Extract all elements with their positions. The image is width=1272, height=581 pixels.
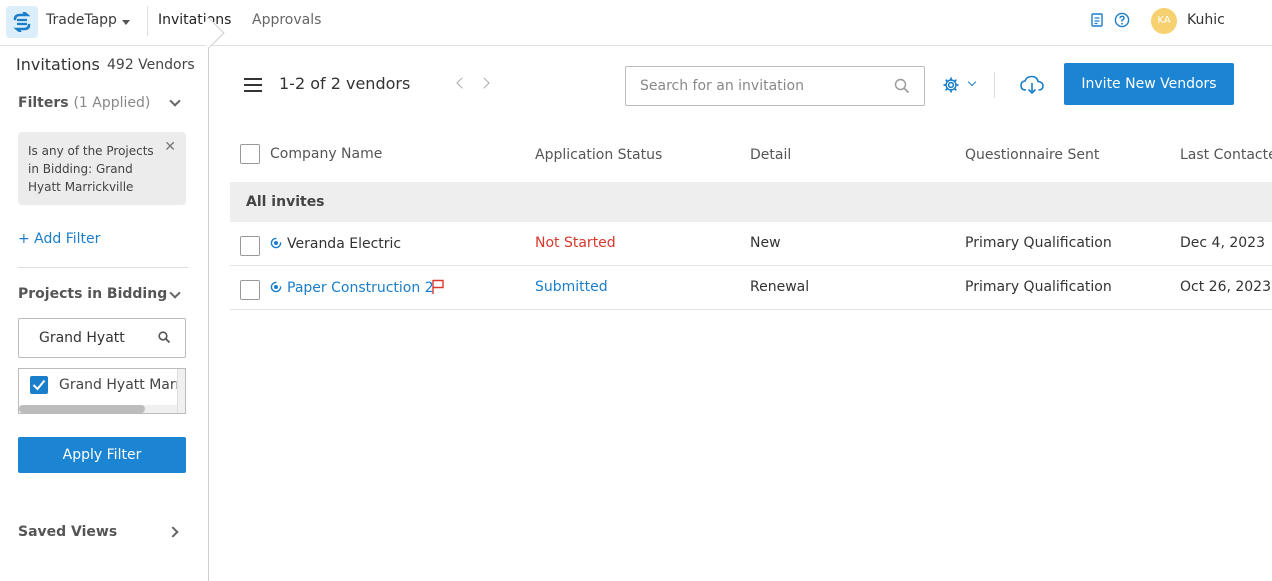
filters-label: Filters: [18, 95, 69, 111]
last-contacted: Dec 4, 2023: [1180, 235, 1265, 251]
column-header-last-contacted[interactable]: Last Contacted: [1180, 147, 1272, 163]
chevron-right-icon[interactable]: [167, 526, 179, 538]
chevron-left-icon[interactable]: [456, 77, 468, 89]
applied-filter-chip: Is any of the Projects in Bidding: Grand…: [18, 132, 186, 205]
sidebar-title: Invitations: [16, 55, 100, 74]
detail: Renewal: [750, 279, 810, 295]
search-icon[interactable]: [894, 78, 910, 98]
table-row[interactable]: Veranda Electric Not Started New Primary…: [230, 222, 1272, 266]
user-name[interactable]: Kuhic: [1187, 12, 1225, 28]
column-header-company[interactable]: Company Name: [270, 146, 382, 162]
search-icon: [158, 331, 171, 348]
filters-applied-count: (1 Applied): [73, 95, 151, 111]
invite-new-vendors-button[interactable]: Invite New Vendors: [1064, 63, 1234, 105]
document-icon[interactable]: [1089, 12, 1105, 28]
row-checkbox[interactable]: [240, 280, 260, 300]
menu-icon[interactable]: [244, 78, 262, 92]
vertical-scrollbar[interactable]: [177, 369, 185, 413]
vendor-total: 492 Vendors: [107, 57, 195, 73]
chevron-down-icon[interactable]: [967, 77, 977, 87]
questionnaire-sent: Primary Qualification: [965, 279, 1112, 295]
last-contacted: Oct 26, 2023: [1180, 279, 1271, 295]
column-header-questionnaire[interactable]: Questionnaire Sent: [965, 147, 1099, 163]
cloud-download-icon[interactable]: [1019, 74, 1045, 100]
select-all-checkbox[interactable]: [240, 144, 260, 164]
detail: New: [750, 235, 781, 251]
close-icon[interactable]: ✕: [164, 138, 176, 156]
invitation-search-input[interactable]: [625, 66, 925, 106]
tab-approvals[interactable]: Approvals: [252, 12, 321, 28]
table-row[interactable]: Paper Construction 2 Submitted Renewal P…: [230, 266, 1272, 310]
horizontal-scrollbar[interactable]: [19, 405, 177, 413]
chevron-right-icon[interactable]: [478, 77, 490, 89]
help-icon[interactable]: [1114, 12, 1130, 28]
top-bar: TradeTapp Invitations Approvals KA Kuhic: [0, 0, 1272, 46]
filter-sidebar: Invitations 492 Vendors Filters (1 Appli…: [0, 46, 209, 581]
caret-down-icon[interactable]: [122, 20, 130, 25]
app-logo-icon[interactable]: [6, 6, 38, 38]
questionnaire-sent: Primary Qualification: [965, 235, 1112, 251]
flag-icon[interactable]: [431, 279, 445, 299]
checkmark-icon: [32, 379, 46, 391]
divider: [18, 267, 188, 268]
app-name[interactable]: TradeTapp: [46, 12, 117, 28]
add-filter-link[interactable]: + Add Filter: [18, 231, 100, 247]
invite-status-icon: [270, 237, 282, 253]
main-content: 1-2 of 2 vendors Invite New Vendors Comp…: [230, 46, 1272, 581]
saved-views-heading[interactable]: Saved Views: [18, 524, 117, 540]
group-label: All invites: [246, 194, 325, 210]
apply-filter-button[interactable]: Apply Filter: [18, 437, 186, 473]
application-status: Not Started: [535, 235, 616, 251]
divider: [994, 72, 995, 98]
row-checkbox[interactable]: [240, 236, 260, 256]
company-name[interactable]: Paper Construction 2: [287, 280, 434, 296]
column-header-detail[interactable]: Detail: [750, 147, 791, 163]
avatar[interactable]: KA: [1151, 8, 1177, 34]
project-option-label[interactable]: Grand Hyatt Marrickville: [59, 377, 185, 393]
invite-status-icon: [270, 281, 282, 297]
table-header: Company Name Application Status Detail Q…: [230, 134, 1272, 182]
scrollbar-thumb[interactable]: [19, 405, 145, 413]
company-name[interactable]: Veranda Electric: [287, 236, 401, 252]
project-options-list[interactable]: Grand Hyatt Marrickville: [18, 368, 186, 414]
filter-chip-text: Is any of the Projects in Bidding: Grand…: [28, 144, 154, 194]
checkbox-checked[interactable]: [30, 376, 48, 394]
chevron-down-icon[interactable]: [169, 95, 181, 107]
group-row: All invites: [230, 182, 1272, 222]
tab-invitations[interactable]: Invitations: [158, 12, 231, 28]
gear-icon[interactable]: [943, 77, 959, 97]
filters-heading[interactable]: Filters (1 Applied): [18, 95, 150, 111]
column-header-status[interactable]: Application Status: [535, 147, 662, 163]
application-status[interactable]: Submitted: [535, 279, 608, 295]
projects-in-bidding-heading[interactable]: Projects in Bidding: [18, 286, 167, 302]
divider: [147, 6, 148, 36]
chevron-down-icon[interactable]: [169, 287, 181, 299]
vendor-range: 1-2 of 2 vendors: [279, 74, 411, 93]
